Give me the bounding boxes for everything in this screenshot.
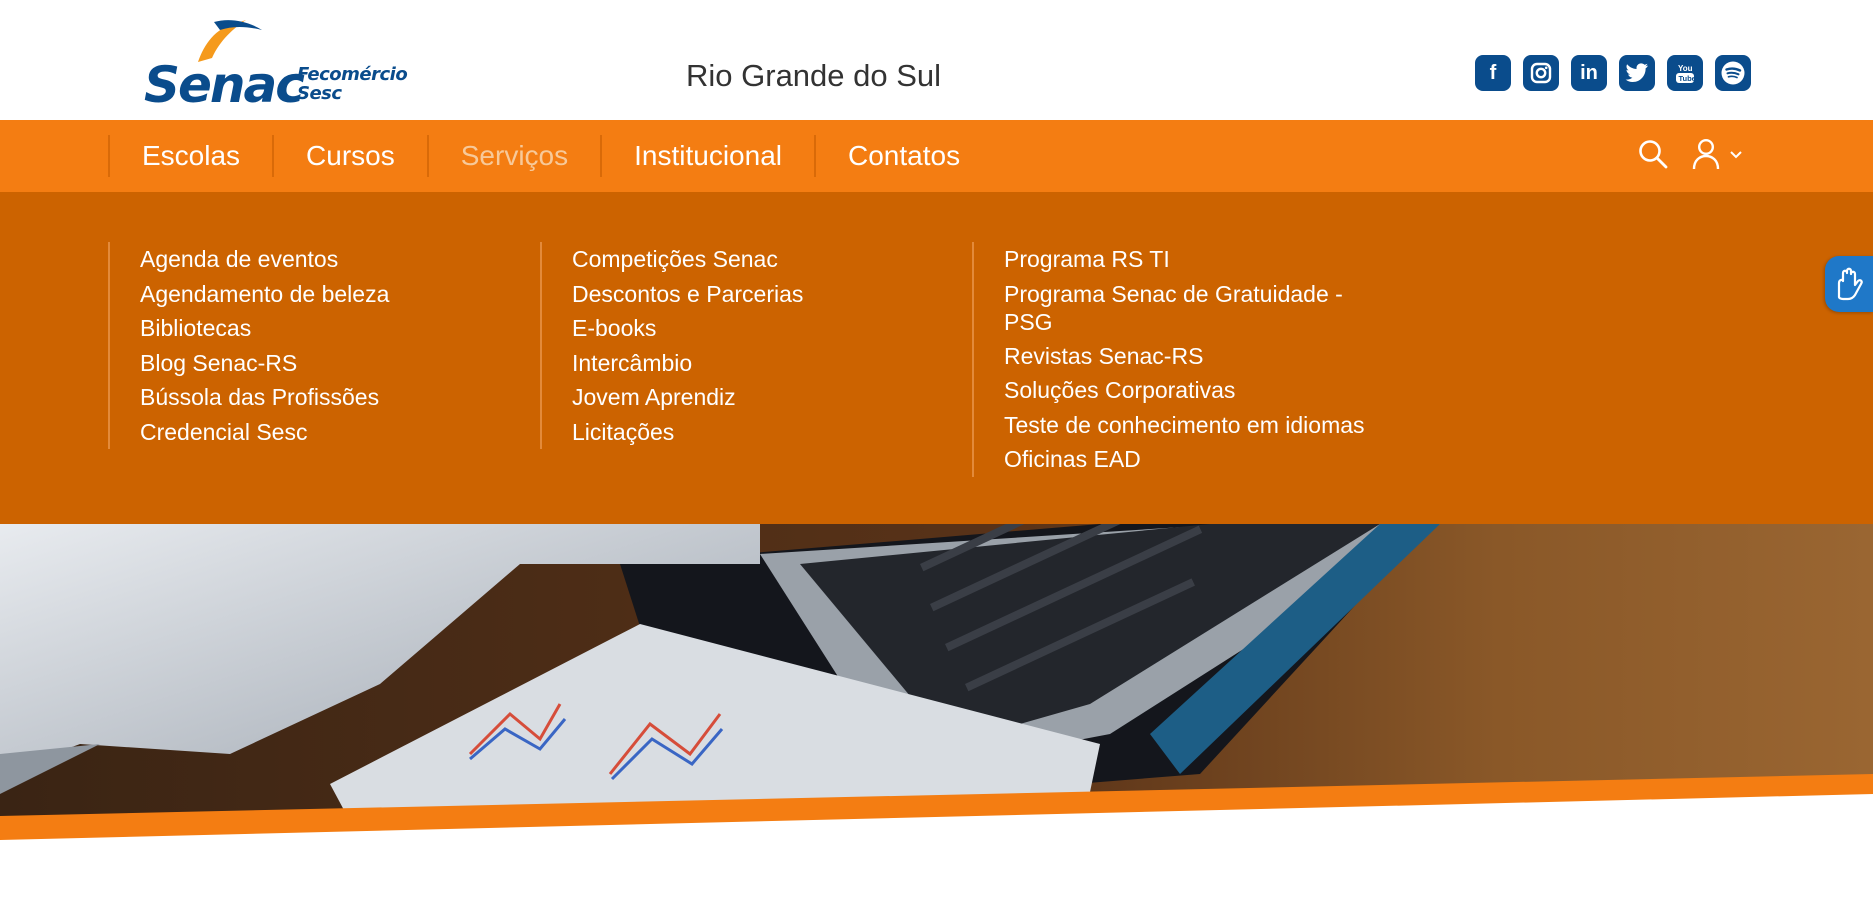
nav-item-servicos[interactable]: Serviços	[426, 135, 600, 177]
senac-logo[interactable]: Senac Fecomércio Sesc	[140, 18, 408, 110]
logo-wordmark: Senac	[144, 56, 305, 114]
spotify-icon[interactable]	[1715, 55, 1751, 91]
menu-link-competicoes-senac[interactable]: Competições Senac	[572, 242, 803, 277]
twitter-icon[interactable]	[1619, 55, 1655, 91]
nav-item-institucional[interactable]: Institucional	[600, 135, 814, 177]
svg-text:Tube: Tube	[1679, 74, 1696, 83]
logo-sub-line-1: Fecomércio	[297, 64, 408, 85]
menu-link-programa-rs-ti[interactable]: Programa RS TI	[1004, 242, 1365, 277]
youtube-icon[interactable]: You Tube	[1667, 55, 1703, 91]
user-menu[interactable]	[1691, 138, 1743, 170]
menu-link-oficinas-ead[interactable]: Oficinas EAD	[1004, 442, 1365, 477]
search-icon[interactable]	[1637, 138, 1669, 170]
menu-link-teste-de-idiomas[interactable]: Teste de conhecimento em idiomas	[1004, 408, 1365, 443]
accessibility-widget[interactable]	[1825, 256, 1873, 312]
menu-link-licitacoes[interactable]: Licitações	[572, 415, 803, 450]
menu-link-blog-senac-rs[interactable]: Blog Senac-RS	[140, 346, 389, 381]
region-title: Rio Grande do Sul	[686, 58, 942, 93]
menu-link-agenda-de-eventos[interactable]: Agenda de eventos	[140, 242, 389, 277]
nav-tools	[1637, 138, 1743, 170]
menu-link-revistas-senac-rs[interactable]: Revistas Senac-RS	[1004, 339, 1365, 374]
sign-language-icon	[1837, 267, 1863, 301]
menu-link-bibliotecas[interactable]: Bibliotecas	[140, 311, 389, 346]
nav-item-contatos[interactable]: Contatos	[814, 135, 992, 177]
menu-link-e-books[interactable]: E-books	[572, 311, 803, 346]
main-nav: Escolas Cursos Serviços Institucional Co…	[0, 120, 1873, 192]
menu-link-credencial-sesc[interactable]: Credencial Sesc	[140, 415, 389, 450]
hero-image	[0, 524, 1873, 840]
facebook-icon[interactable]: f	[1475, 55, 1511, 91]
menu-column-3: Programa RS TI Programa Senac de Gratuid…	[972, 242, 1365, 477]
facebook-glyph: f	[1489, 62, 1497, 84]
servicos-mega-menu: Agenda de eventos Agendamento de beleza …	[0, 192, 1873, 524]
menu-link-bussola-das-profissoes[interactable]: Bússola das Profissões	[140, 380, 389, 415]
chevron-down-icon	[1730, 151, 1742, 159]
menu-link-solucoes-corporativas[interactable]: Soluções Corporativas	[1004, 373, 1365, 408]
menu-link-jovem-aprendiz[interactable]: Jovem Aprendiz	[572, 380, 803, 415]
menu-link-descontos-e-parcerias[interactable]: Descontos e Parcerias	[572, 277, 803, 312]
svg-text:You: You	[1678, 64, 1693, 73]
nav-item-escolas[interactable]: Escolas	[108, 135, 272, 177]
menu-link-agendamento-de-beleza[interactable]: Agendamento de beleza	[140, 277, 389, 312]
linkedin-icon[interactable]: in	[1571, 55, 1607, 91]
user-icon	[1692, 138, 1720, 170]
instagram-icon[interactable]	[1523, 55, 1559, 91]
menu-column-2: Competições Senac Descontos e Parcerias …	[540, 242, 803, 449]
menu-link-programa-senac-gratuidade[interactable]: Programa Senac de Gratuidade - PSG	[1004, 277, 1344, 339]
nav-items: Escolas Cursos Serviços Institucional Co…	[108, 120, 992, 192]
menu-link-intercambio[interactable]: Intercâmbio	[572, 346, 803, 381]
logo-sub-line-2: Sesc	[297, 83, 342, 104]
hero-banner	[0, 524, 1873, 840]
logo-subtitle: Fecomércio Sesc	[297, 64, 408, 104]
site-header: Senac Fecomércio Sesc Rio Grande do Sul …	[0, 0, 1873, 120]
social-links: f in You Tube	[1475, 55, 1751, 91]
menu-column-1: Agenda de eventos Agendamento de beleza …	[108, 242, 389, 449]
nav-item-cursos[interactable]: Cursos	[272, 135, 427, 177]
linkedin-glyph: in	[1580, 62, 1598, 84]
